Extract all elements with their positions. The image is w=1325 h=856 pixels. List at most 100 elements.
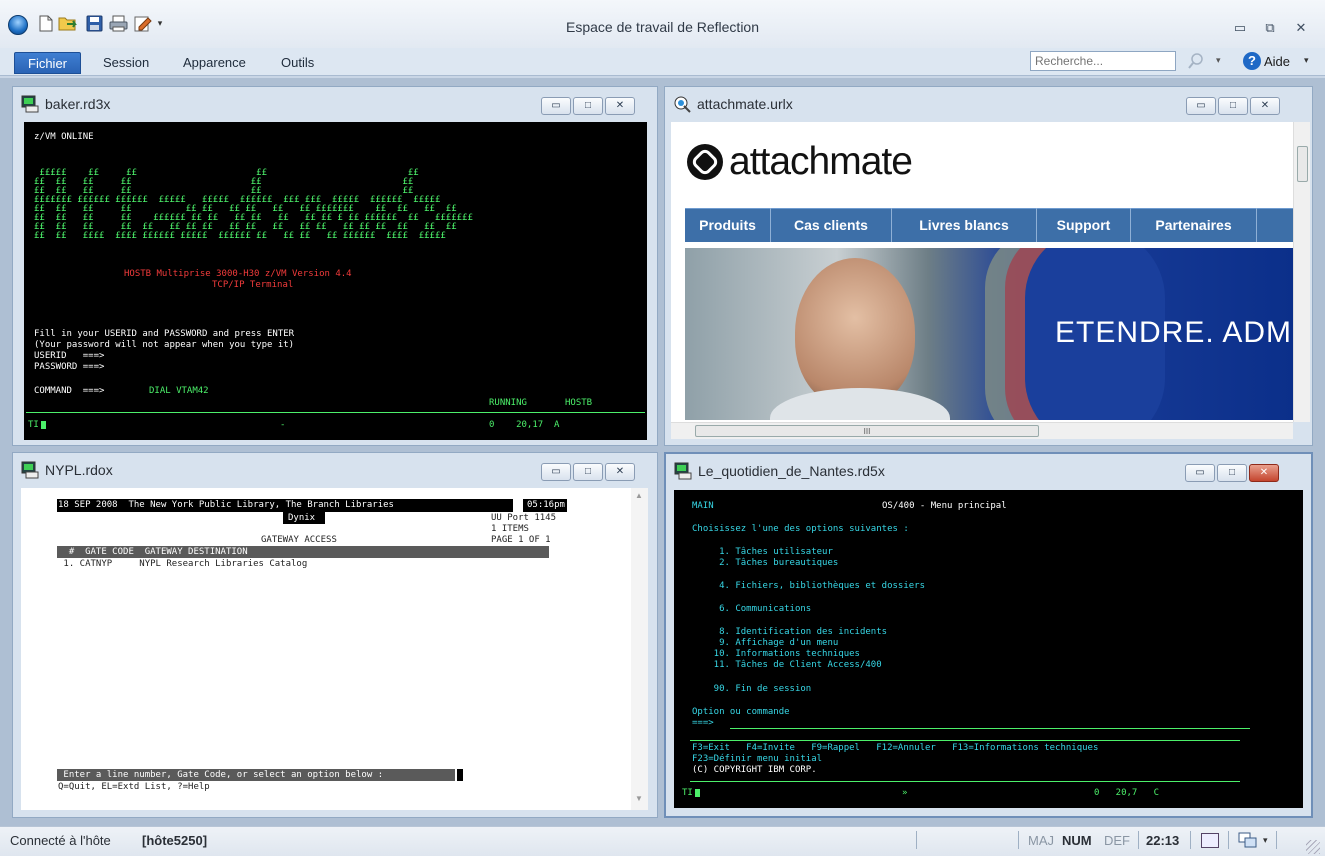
vertical-scrollbar[interactable] — [1293, 122, 1310, 422]
menu-option[interactable]: 1. Tâches utilisateur — [692, 547, 833, 558]
close-button[interactable]: ✕ — [1287, 18, 1315, 38]
search-input[interactable] — [1030, 51, 1176, 71]
fullscreen-icon[interactable] — [1201, 833, 1219, 848]
dynix-text: Dynix — [288, 513, 316, 523]
oia-separator: » — [902, 788, 908, 798]
prompt-text: Enter a line number, Gate Code, or selec… — [58, 770, 384, 780]
function-keys-2: F23=Définir menu initial — [692, 754, 823, 764]
gateway-row[interactable]: 1. CATNYP NYPL Research Libraries Catalo… — [58, 559, 307, 570]
cursor-block — [41, 421, 46, 429]
oia-divider — [690, 781, 1240, 782]
scroll-thumb[interactable]: III — [695, 425, 1039, 437]
search-dropdown-icon[interactable]: ▾ — [1216, 55, 1221, 66]
title-bar — [0, 0, 1325, 48]
maximize-button[interactable]: ⧉ — [1256, 18, 1284, 38]
terminal-screen-5250[interactable]: MAIN OS/400 - Menu principal Choisissez … — [674, 490, 1303, 808]
dropdown-arrow-icon[interactable]: ▾ — [154, 12, 166, 34]
nav-livres-blancs[interactable]: Livres blancs — [892, 208, 1037, 242]
pane-close-button[interactable]: ✕ — [1250, 97, 1280, 115]
oia-divider — [26, 412, 645, 413]
menu-option[interactable]: 10. Informations techniques — [692, 649, 860, 660]
vt-session-icon — [21, 461, 39, 479]
scroll-up-icon[interactable]: ▲ — [635, 491, 643, 500]
tab-fichier[interactable]: Fichier — [14, 52, 82, 74]
menu-option[interactable]: 2. Tâches bureautiques — [692, 558, 838, 569]
web-page: attachmate Produits Cas clients Livres b… — [671, 122, 1293, 422]
terminal-screen-3270[interactable]: z/VM ONLINE £££££ ££ ££ ££ ££ ££ ££ ££ £… — [24, 122, 647, 440]
time-text: 05:16pm — [527, 500, 565, 510]
copyright-text: (C) COPYRIGHT IBM CORP. — [692, 765, 817, 775]
save-icon[interactable] — [84, 12, 104, 34]
command-input-line[interactable] — [730, 728, 1250, 729]
help-dropdown-icon[interactable]: ▾ — [1304, 55, 1309, 66]
help-icon[interactable]: ? — [1243, 52, 1261, 70]
search-icon[interactable] — [1186, 51, 1210, 71]
command-input[interactable]: DIAL VTAM42 — [149, 386, 209, 397]
fkey-divider — [690, 740, 1240, 741]
status-separator — [1138, 831, 1139, 849]
menu-option[interactable]: 4. Fichiers, bibliothèques et dossiers — [692, 581, 925, 592]
pane-maximize-button[interactable]: □ — [1217, 464, 1247, 482]
edit-icon[interactable] — [134, 12, 154, 34]
open-icon[interactable] — [58, 12, 78, 34]
pane-close-button[interactable]: ✕ — [605, 97, 635, 115]
cursor-block — [457, 769, 463, 781]
scroll-down-icon[interactable]: ▼ — [635, 794, 643, 803]
terminal-screen-vt[interactable]: 18 SEP 2008 The New York Public Library,… — [21, 488, 631, 810]
menu-heading: OS/400 - Menu principal — [882, 501, 1007, 511]
status-separator — [1276, 831, 1277, 849]
attachmate-logo-icon — [687, 144, 723, 180]
tab-outils[interactable]: Outils — [268, 52, 327, 74]
window-arrange-icon[interactable] — [1238, 832, 1258, 849]
pane-close-button[interactable]: ✕ — [605, 463, 635, 481]
help-button[interactable]: Aide — [1264, 54, 1290, 69]
password-field[interactable]: PASSWORD ===> — [34, 362, 104, 373]
nav-support[interactable]: Support — [1037, 208, 1131, 242]
menu-option[interactable]: 9. Affichage d'un menu — [692, 638, 838, 649]
resize-grip-icon[interactable] — [1306, 840, 1320, 854]
host-name: [hôte5250] — [142, 833, 208, 848]
menu-option[interactable]: 11. Tâches de Client Access/400 — [692, 660, 882, 671]
new-document-icon[interactable] — [36, 12, 56, 34]
pane-minimize-button[interactable]: ▭ — [541, 463, 571, 481]
pane-maximize-button[interactable]: □ — [573, 463, 603, 481]
pane-minimize-button[interactable]: ▭ — [1185, 464, 1215, 482]
nav-partenaires[interactable]: Partenaires — [1131, 208, 1257, 242]
tab-apparence[interactable]: Apparence — [170, 52, 259, 74]
pane-title: attachmate.urlx — [697, 96, 793, 112]
attachmate-brand: attachmate — [729, 140, 913, 183]
pane-close-button[interactable]: ✕ — [1249, 464, 1279, 482]
print-icon[interactable] — [108, 12, 128, 34]
cursor-position: 0 20,7 C — [1094, 788, 1160, 798]
menu-option[interactable]: 90. Fin de session — [692, 684, 812, 695]
caps-lock-indicator: MAJ — [1028, 833, 1054, 848]
menu-option[interactable]: 8. Identification des incidents — [692, 627, 887, 638]
tab-session[interactable]: Session — [90, 52, 162, 74]
nav-produits[interactable]: Produits — [685, 208, 771, 242]
status-separator — [916, 831, 917, 849]
person-photo — [795, 258, 915, 408]
arrange-dropdown-icon[interactable]: ▾ — [1263, 835, 1268, 846]
def-indicator: DEF — [1104, 833, 1130, 848]
userid-field[interactable]: USERID ===> — [34, 351, 104, 362]
hero-banner: ETENDRE. ADM — [685, 248, 1293, 420]
oia-indicator: TI — [28, 420, 39, 430]
pane-maximize-button[interactable]: □ — [1218, 97, 1248, 115]
pane-baker: baker.rd3x ▭ □ ✕ z/VM ONLINE £££££ ££ ££… — [12, 86, 658, 446]
nav-cas-clients[interactable]: Cas clients — [771, 208, 892, 242]
5250-session-icon — [674, 462, 692, 480]
status-running: RUNNING — [489, 398, 527, 408]
menu-option[interactable]: 6. Communications — [692, 604, 811, 615]
status-separator — [1190, 831, 1191, 849]
pane-minimize-button[interactable]: ▭ — [1186, 97, 1216, 115]
scroll-thumb[interactable] — [1297, 146, 1308, 182]
vertical-scrollbar[interactable]: ▲ ▼ — [631, 488, 648, 810]
pane-minimize-button[interactable]: ▭ — [541, 97, 571, 115]
pane-maximize-button[interactable]: □ — [573, 97, 603, 115]
minimize-button[interactable]: ▭ — [1226, 18, 1254, 38]
oia-indicator: TI — [682, 788, 693, 798]
app-menu-orb-icon[interactable] — [8, 15, 28, 35]
horizontal-scrollbar[interactable]: III — [671, 422, 1293, 439]
header-line: 18 SEP 2008 The New York Public Library,… — [58, 500, 394, 510]
cursor-block — [695, 789, 700, 797]
